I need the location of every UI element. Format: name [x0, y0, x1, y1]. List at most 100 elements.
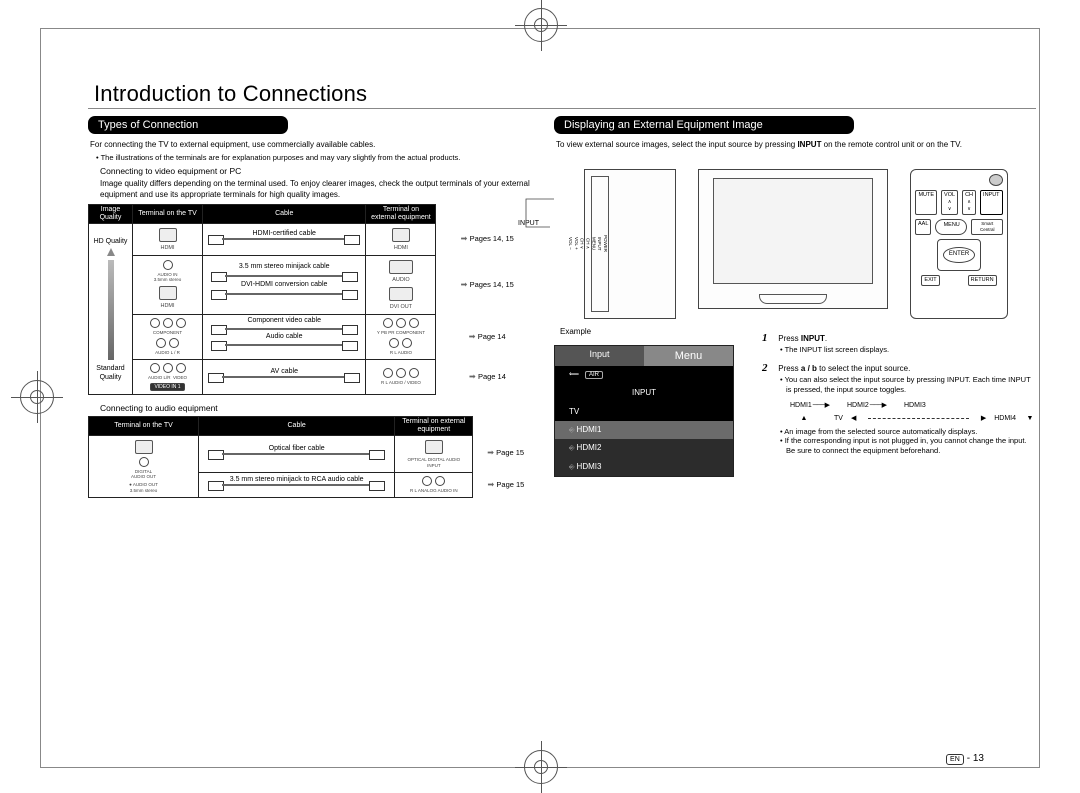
input-button: INPUT — [980, 190, 1003, 215]
osd-item: HDMI2 — [555, 439, 733, 457]
hdmi-port-icon — [159, 228, 177, 242]
cable-cell: 3.5 mm stereo minijack cable DVI-HDMI co… — [203, 255, 366, 314]
subhead-video: Connecting to video equipment or PC — [100, 166, 536, 177]
audio-connection-table: Terminal on the TV Cable Terminal on ext… — [88, 416, 536, 498]
cable-label: AV cable — [267, 367, 301, 376]
ext-terminal-cell: R L AUDIO / VIDEO — [366, 359, 436, 394]
input-list-osd: Input Menu ⟸ AIR INPUT TV HDMI1 HDMI2 HD… — [554, 345, 734, 477]
right-intro: To view external source images, select t… — [556, 140, 1036, 150]
section-heading-display: Displaying an External Equipment Image — [554, 116, 854, 134]
intro-note: The illustrations of the terminals are f… — [96, 153, 536, 163]
step-number: 2 — [762, 361, 776, 375]
table-row: HD Quality Standard Quality HDMI HDMI-ce… — [89, 223, 536, 255]
step-text: Press a / b to select the input source. — [778, 364, 910, 373]
example-label: Example — [560, 327, 734, 337]
table-row: AUDIO IN3.5mm stereo HDMI 3.5 mm stereo … — [89, 255, 536, 314]
osd-tab-menu: Menu — [644, 346, 733, 366]
section-heading-types: Types of Connection — [88, 116, 288, 134]
osd-item: HDMI3 — [555, 458, 733, 476]
video-paragraph: Image quality differs depending on the t… — [100, 179, 536, 200]
page-ref: Page 14 — [436, 359, 536, 394]
tv-side-panel-illustration: INPUT POWERINPUTMENUCH ∧CH ∨VOL +VOL − — [554, 169, 676, 319]
steps-list: 1 Press INPUT. The INPUT list screen dis… — [762, 331, 1036, 456]
cable-label: 3.5 mm stereo minijack cable — [236, 262, 333, 271]
cable-label: Component video cable — [244, 316, 324, 325]
audio-port-icon — [389, 260, 413, 274]
th-image-quality: Image Quality — [89, 205, 133, 223]
table-row: DIGITALAUDIO OUT ● AUDIO OUT3.5mm stereo… — [89, 435, 536, 472]
th-terminal-tv: Terminal on the TV — [133, 205, 203, 223]
remote-illustration: MUTE VOL∧∨ CH∧∨ INPUT AAL MENU Smart Cen… — [910, 169, 1008, 319]
cable-cell: Optical ﬁber cable — [199, 435, 395, 472]
table-row: AUDIO L/R VIDEO VIDEO IN 1 AV cable R L … — [89, 359, 536, 394]
cable-cell: AV cable — [203, 359, 366, 394]
th-terminal-ext: Terminal on external equipment — [395, 417, 473, 435]
step-sub: You can also select the input source by … — [780, 375, 1036, 395]
mute-button: MUTE — [915, 190, 937, 215]
osd-item: TV — [555, 403, 733, 421]
ext-terminal-cell: OPTICAL DIGITAL AUDIO INPUT — [395, 435, 473, 472]
page-ref: Page 14 — [436, 315, 536, 360]
title-rule — [88, 108, 1036, 109]
registration-mark-bottom — [524, 750, 558, 784]
right-column: Displaying an External Equipment Image T… — [554, 116, 1036, 616]
cable-label: Audio cable — [263, 332, 306, 341]
ext-terminal-cell: Y PB PR COMPONENT R L AUDIO — [366, 315, 436, 360]
osd-tab-input: Input — [555, 346, 644, 366]
cable-cell: Component video cable Audio cable — [203, 315, 366, 360]
th-terminal-tv: Terminal on the TV — [89, 417, 199, 435]
optical-port-icon — [425, 440, 443, 454]
input-cycle-row2: TV ◀ ▶ HDMI4 — [790, 414, 1036, 423]
step-sub: The INPUT list screen displays. — [780, 345, 1036, 355]
tv-terminal-cell: DIGITALAUDIO OUT ● AUDIO OUT3.5mm stereo — [89, 435, 199, 497]
hdmi-port-icon — [392, 228, 410, 242]
aal-button: AAL — [915, 219, 931, 235]
lang-badge: EN — [946, 754, 964, 765]
th-terminal-ext: Terminal on external equipment — [366, 205, 436, 223]
minijack-port-icon — [163, 260, 173, 270]
cable-label: 3.5 mm stereo minijack to RCA audio cabl… — [227, 475, 367, 484]
page-ref: Page 15 — [473, 472, 536, 497]
vol-button: VOL∧∨ — [941, 190, 958, 215]
subhead-audio: Connecting to audio equipment — [100, 403, 536, 414]
return-button: RETURN — [968, 275, 997, 286]
osd-item-selected: HDMI1 — [555, 421, 733, 439]
table-row: COMPONENT AUDIO L / R Component video ca… — [89, 315, 536, 360]
osd-air-row: ⟸ AIR — [555, 366, 733, 384]
input-cycle-diagram: HDMI1 HDMI2 HDMI3 — [790, 401, 1036, 410]
tv-terminal-cell: COMPONENT AUDIO L / R — [133, 315, 203, 360]
quality-bottom-label: Standard Quality — [89, 364, 132, 382]
tv-terminal-cell: HDMI — [133, 223, 203, 255]
page-title: Introduction to Connections — [94, 80, 367, 109]
callout-line — [520, 169, 560, 319]
registration-mark-top — [524, 8, 558, 42]
ext-terminal-cell: HDMI — [366, 223, 436, 255]
example-osd-container: Example Input Menu ⟸ AIR INPUT TV HDMI1 … — [554, 327, 734, 477]
cable-cell: 3.5 mm stereo minijack to RCA audio cabl… — [199, 472, 395, 497]
step-text: Press INPUT. — [778, 334, 827, 343]
minijack-port-icon — [139, 457, 149, 467]
video-connection-table: Image Quality Terminal on the TV Cable T… — [88, 204, 536, 395]
video-in-badge: VIDEO IN 1 — [150, 383, 184, 392]
intro-text: For connecting the TV to external equipm… — [90, 140, 536, 150]
left-column: Types of Connection For connecting the T… — [88, 116, 536, 616]
table-header-row: Terminal on the TV Cable Terminal on ext… — [89, 417, 536, 435]
cable-label: HDMI-certiﬁed cable — [250, 229, 319, 238]
step-2: 2 Press a / b to select the input source… — [762, 361, 1036, 456]
tv-terminal-cell: AUDIO IN3.5mm stereo HDMI — [133, 255, 203, 314]
dpad: ENTER — [937, 239, 981, 271]
cable-label: DVI-HDMI conversion cable — [238, 280, 330, 289]
hdmi-port-icon — [159, 286, 177, 300]
cable-cell: HDMI-certiﬁed cable — [203, 223, 366, 255]
power-button-icon — [989, 174, 1003, 186]
quality-scale-cell: HD Quality Standard Quality — [89, 223, 133, 394]
menu-button: MENU — [935, 219, 968, 235]
step-sub: If the corresponding input is not plugge… — [780, 436, 1036, 456]
step-sub: An image from the selected source automa… — [780, 427, 1036, 437]
exit-button: EXIT — [921, 275, 939, 286]
page-number: EN- 13 — [946, 752, 984, 765]
ext-terminal-cell: R L ANALOG AUDIO IN — [395, 472, 473, 497]
registration-mark-left — [20, 380, 54, 414]
dvi-port-icon — [389, 287, 413, 301]
quality-gradient-bar — [108, 260, 114, 360]
